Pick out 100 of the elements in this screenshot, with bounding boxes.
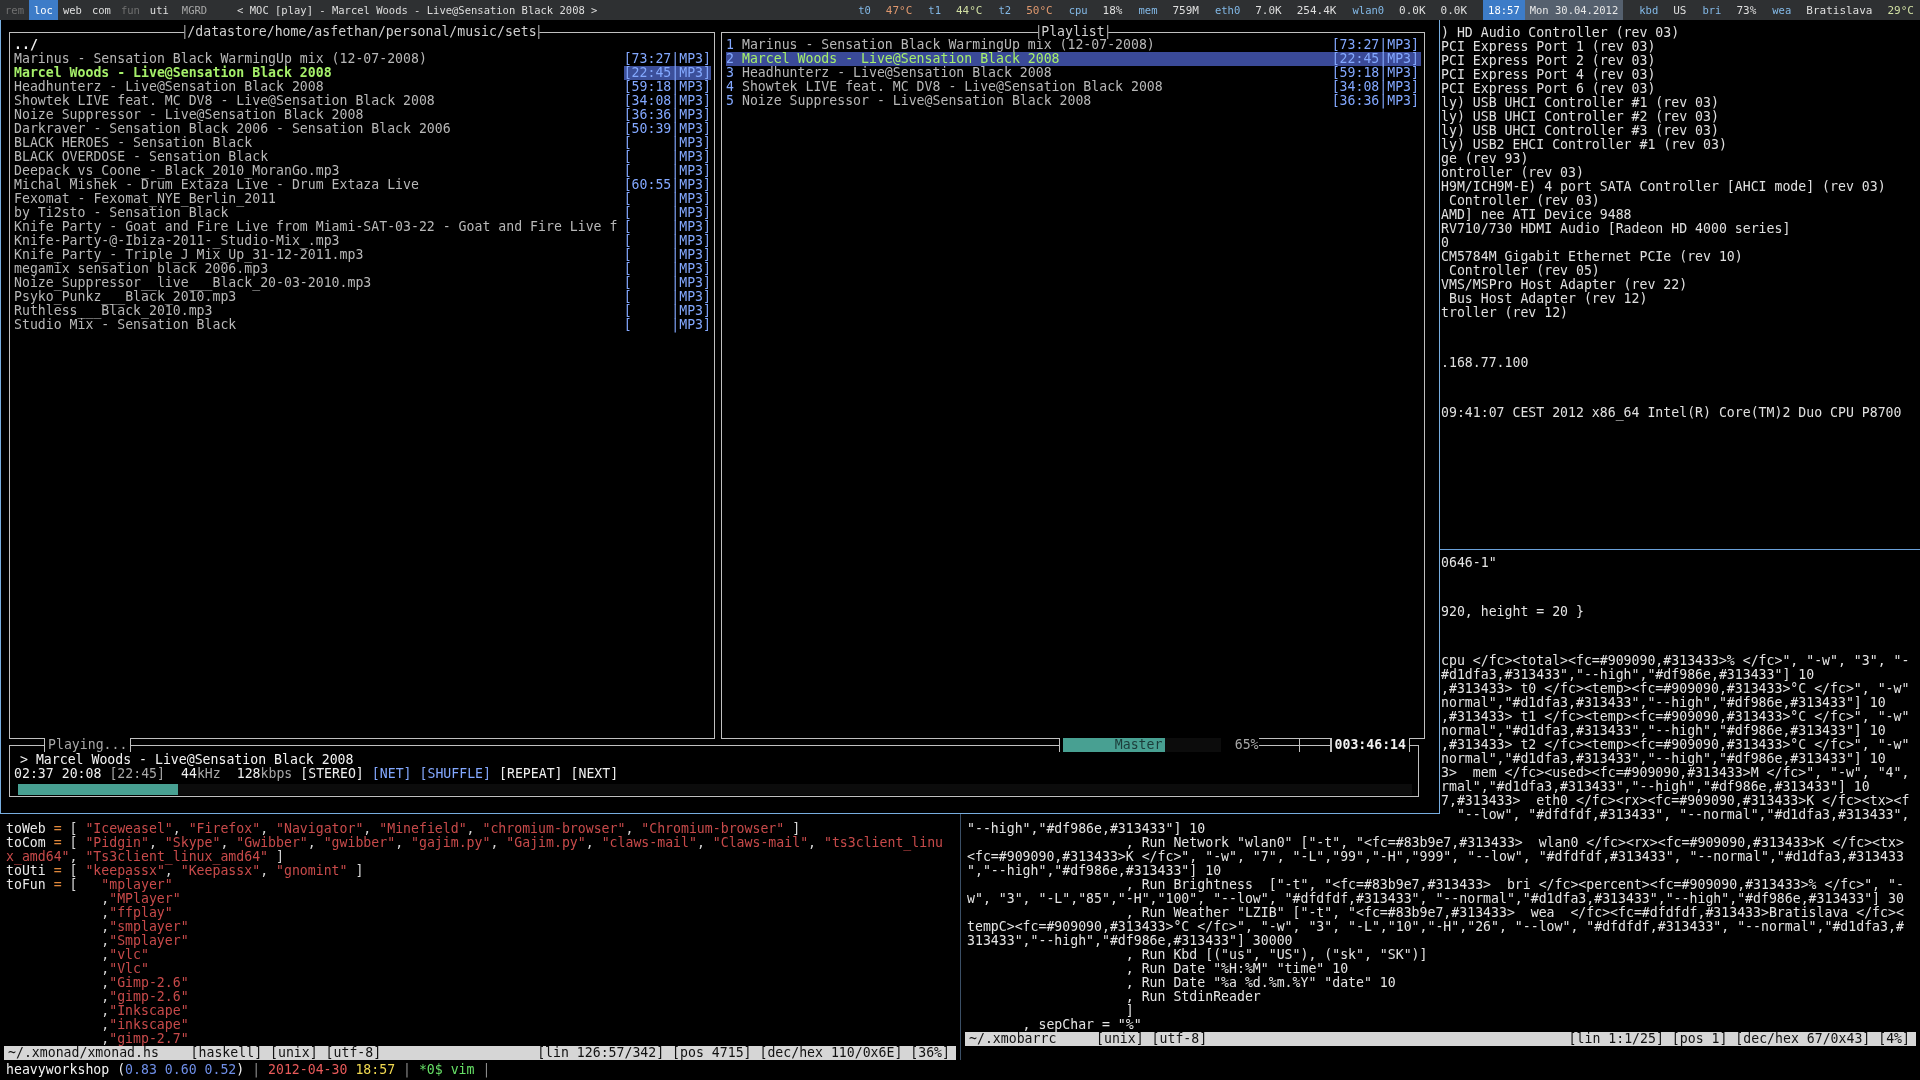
workspace-tab[interactable]: uti <box>144 0 174 20</box>
terminal-line: 0 <box>1441 236 1450 250</box>
code-line: , Run Kbd [("us", "US"), ("sk", "SK")] <box>1125 948 1429 962</box>
layout-indicator: MGRD <box>181 4 208 16</box>
cursor-info: [lin 1:1/25] [pos 1] [dec/hex 67/0x43] [4%] <box>1568 1032 1910 1046</box>
code-line: ","--high","#df986e,#313433"] 10 <box>967 864 1222 878</box>
terminal-line: PCI Express Port 2 (rev 03) <box>1441 54 1657 68</box>
code-line: 920, height = 20 } <box>1441 605 1585 619</box>
file-row[interactable]: ../ <box>14 38 711 52</box>
volume-bar[interactable]: Master <box>1062 738 1166 752</box>
stat-value: 0.0K <box>1440 3 1468 17</box>
code-line: ,"Smplayer" <box>100 934 190 948</box>
stat-value: 44°C <box>956 3 983 17</box>
option-label: [STEREO] <box>300 767 364 781</box>
code-line: normal","#d1dfa3,#313433","--high","#df986e,#313433"] 10 <box>1441 724 1887 738</box>
cursor-info: [lin 126:57/342] [pos 4715] [dec/hex 110/0x6E] [36%] <box>537 1046 950 1060</box>
code-line: <fc=#909090,#313433>K </fc>", "-w", "7", "-L","99","-H","999", "--low", "#dfdfdf,#313433", "--normal","#d1dfa3,#313433 <box>967 850 1905 864</box>
file-row[interactable]: Noize Suppressor - Live@Sensation Black 2008 [36:36|MP3] <box>14 108 711 122</box>
code-line: rmal","#d1dfa3,#313433","--high","#df986e,#313433"] 10 <box>1441 780 1870 794</box>
code-line: 313433","--high","#df986e,#313433"] 30000 <box>967 934 1293 948</box>
playlist-row[interactable]: 4 Showtek LIVE feat. MC DV8 - Live@Sensation Black 2008 [34:08|MP3] <box>726 80 1421 94</box>
code-line: normal","#d1dfa3,#313433","--high","#df986e,#313433"] 10 <box>1441 696 1887 710</box>
file-row[interactable]: BLACK HEROES - Sensation Black [ |MP3] <box>14 136 711 150</box>
code-line: cpu </fc><total><fc=#909090,#313433>% </fc>", "-w", "3", "- <box>1441 654 1911 668</box>
file-row[interactable]: Showtek LIVE feat. MC DV8 - Live@Sensation Black 2008 [34:08|MP3] <box>14 94 711 108</box>
terminal-line: PCI Express Port 1 (rev 03) <box>1441 40 1657 54</box>
file-row[interactable]: Knife_Party_-_Triple_J_Mix_Up_31-12-2011.mp3 [ |MP3] <box>14 248 711 262</box>
terminal-line: RV710/730 HDMI Audio [Radeon HD 4000 series] <box>1441 222 1792 236</box>
progress-bar[interactable] <box>18 784 179 795</box>
terminal-line: PCI Express Port 4 (rev 03) <box>1441 68 1657 82</box>
file-row[interactable]: Noize_Suppressor__live___Black_20-03-2010.mp3 [ |MP3] <box>14 276 711 290</box>
workspace-tab[interactable]: com <box>86 0 116 20</box>
option-label: [SHUFFLE] <box>419 767 491 781</box>
file-row[interactable]: by Ti2sto - Sensation Black [ |MP3] <box>14 206 711 220</box>
code-line: #d1dfa3,#313433","--high","#df986e,#313433"] 10 <box>1441 668 1815 682</box>
stat-value: 73% <box>1736 3 1757 17</box>
file-row[interactable]: Darkraver - Sensation Black 2006 - Sensation Black 2006 [50:39|MP3] <box>14 122 711 136</box>
terminal-line: Controller (rev 05) <box>1447 264 1601 278</box>
option-label: [NEXT] <box>570 767 619 781</box>
workspace-tab[interactable]: loc <box>28 0 58 20</box>
file-row[interactable]: Marinus - Sensation Black WarmingUp mix (12-07-2008) [73:27|MP3] <box>14 52 711 66</box>
terminal-line: ) HD Audio Controller (rev 03) <box>1441 26 1681 40</box>
window-title: < MOC [play] - Marcel Woods - Live@Sensation Black 2008 > <box>237 4 598 16</box>
sample-rate: 44kHz <box>181 767 221 781</box>
code-line: ,"Gimp-2.6" <box>100 976 190 990</box>
file-row[interactable]: Headhunterz - Live@Sensation Black 2008 [59:18|MP3] <box>14 80 711 94</box>
code-line: ,"Vlc" <box>100 962 150 976</box>
track-length: [22:45] <box>109 767 165 781</box>
file-row[interactable]: Michal Mishek - Drum Extaza Live - Drum Extaza Live [60:55|MP3] <box>14 178 711 192</box>
file-row[interactable]: megamix sensation black 2006.mp3 [ |MP3] <box>14 262 711 276</box>
stat-value: US <box>1673 3 1687 17</box>
file-row[interactable]: BLACK OVERDOSE - Sensation Black [ |MP3] <box>14 150 711 164</box>
playlist-row[interactable]: 1 Marinus - Sensation Black WarmingUp mix (12-07-2008) [73:27|MP3] <box>726 38 1421 52</box>
code-line: , Run StdinReader <box>1124 990 1262 1004</box>
option-label: [REPEAT] <box>499 767 563 781</box>
file-info: ~/.xmobarrc [unix] [utf-8] <box>969 1032 1208 1046</box>
stat-value: 29°C <box>1887 3 1914 17</box>
terminal-line: VMS/MSPro Host Adapter (rev 22) <box>1441 278 1689 292</box>
stat-value: 0.0K <box>1399 3 1426 17</box>
clock: 18:57 <box>1483 0 1525 20</box>
code-line: tempC><fc=#909090,#313433>°C </fc>", "-w", "3", "-L","10","-H","26", "--low", "#dfdfdf,#313433", "--normal","#d1dfa3,# <box>967 920 1905 934</box>
terminal-line: CM5784M Gigabit Ethernet PCIe (rev 10) <box>1441 250 1744 264</box>
file-row[interactable]: Deepack_vs_Coone_-_Black_2010_MoranGo.mp3 [ |MP3] <box>14 164 711 178</box>
terminal-line: 09:41:07 CEST 2012 x86_64 Intel(R) Core(TM)2 Duo CPU P8700 <box>1441 406 1903 420</box>
code-line: w", "3", "-L","85","-H","100", "--low", "#dfdfdf,#313433", "--normal","#d1dfa3,#313433","--high","#df986e,#313433"] 30 <box>967 892 1905 906</box>
terminal-line: ly) USB2 EHCI Controller #1 (rev 03) <box>1441 138 1728 152</box>
code-line: toUti = [ "keepassx", "Keepassx", "gnomint" ] <box>6 864 365 878</box>
code-line: ,#313433> t0 </fc><temp><fc=#909090,#313433>°C </fc>", "-w" <box>1441 682 1911 696</box>
option-label: [NET] <box>371 767 412 781</box>
file-row[interactable]: Marcel Woods - Live@Sensation Black 2008 [22:45|MP3] <box>14 66 711 80</box>
stat-label: t0 <box>858 3 871 17</box>
stat-value: 18% <box>1102 3 1123 17</box>
stat-label: wlan0 <box>1352 3 1385 17</box>
playlist-row[interactable]: 2 Marcel Woods - Live@Sensation Black 2008 [22:45|MP3] <box>726 52 1421 66</box>
terminal-line: AMD] nee ATI Device 9488 <box>1441 208 1633 222</box>
code-line: , sepChar = "%" <box>1021 1018 1143 1032</box>
code-line: ,"ffplay" <box>100 906 173 920</box>
terminal-line: ly) USB UHCI Controller #1 (rev 03) <box>1441 96 1720 110</box>
file-row[interactable]: Ruthless___Black_2010.mp3 [ |MP3] <box>14 304 711 318</box>
code-line: , Run Network "wlan0" ["-t", "<fc=#83b9e7,#313433> wlan0 </fc><rx><fc=#909090,#313433>K </fc><tx> <box>1125 836 1905 850</box>
file-row[interactable]: Fexomat - Fexomat_NYE_Berlin_2011 [ |MP3] <box>14 192 711 206</box>
playlist-row[interactable]: 5 Noize Suppressor - Live@Sensation Black 2008 [36:36|MP3] <box>726 94 1421 108</box>
playlist-row[interactable]: 3 Headhunterz - Live@Sensation Black 2008 [59:18|MP3] <box>726 66 1421 80</box>
file-row[interactable]: Knife-Party-@-Ibiza-2011-_Studio-Mix_.mp3 [ |MP3] <box>14 234 711 248</box>
workspace-tab[interactable]: web <box>57 0 87 20</box>
stat-value: Bratislava <box>1806 3 1873 17</box>
file-row[interactable]: Studio Mix - Sensation Black [ |MP3] <box>14 318 711 332</box>
file-row[interactable]: Psyko_Punkz___Black_2010.mp3 [ |MP3] <box>14 290 711 304</box>
terminal-line: Controller (rev 03) <box>1447 194 1601 208</box>
panel-title: /datastore/home/asfethan/personal/music/sets <box>184 25 540 39</box>
date: Mon 30.04.2012 <box>1524 0 1624 20</box>
volume-reading: 65% <box>1234 738 1259 752</box>
file-row[interactable]: Knife Party - Goat and Fire Live from Miami-SAT-03-22 - Goat and Fire Live f [ |MP3] <box>14 220 711 234</box>
code-line: ,"vlc" <box>100 948 149 962</box>
terminal-line: ge (rev 93) <box>1441 152 1530 166</box>
stat-label: cpu <box>1068 3 1088 17</box>
terminal-line: ly) USB UHCI Controller #3 (rev 03) <box>1441 124 1719 138</box>
code-line: 0646-1" <box>1441 556 1498 570</box>
code-line: toWeb = [ "Iceweasel", "Firefox", "Navigator", "Minefield", "chromium-browser", "Chromium-browser" ] <box>6 822 801 836</box>
terminal-line: PCI Express Port 6 (rev 03) <box>1441 82 1657 96</box>
